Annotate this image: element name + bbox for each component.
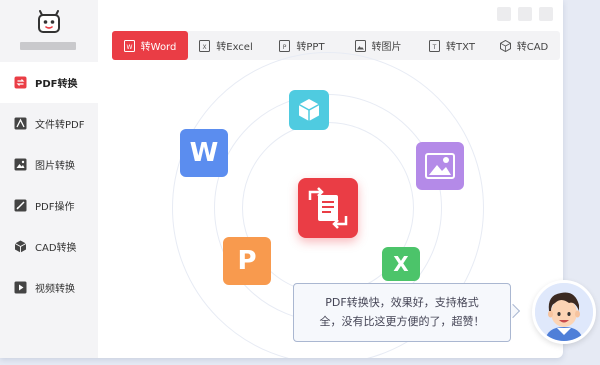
powerpoint-app-icon: P [223, 237, 271, 285]
sidebar-item-label: 图片转换 [35, 161, 75, 172]
tab-label: 转Excel [216, 42, 253, 53]
video-play-icon [14, 281, 27, 294]
minimize-button[interactable] [497, 7, 511, 21]
close-button[interactable] [539, 7, 553, 21]
excel-letter: X [393, 252, 409, 276]
excel-file-icon: X [199, 39, 211, 52]
tab-to-txt[interactable]: T 转TXT [416, 31, 488, 60]
pdf-edit-icon [14, 199, 27, 212]
window-controls [497, 7, 553, 21]
image-app-icon [416, 142, 464, 190]
sidebar-item-label: 视频转换 [35, 284, 75, 295]
txt-file-icon: T [429, 39, 441, 52]
tab-label: 转PPT [296, 42, 325, 53]
tab-label: 转CAD [516, 42, 549, 53]
tab-to-word[interactable]: W 转Word [112, 31, 188, 60]
testimonial-speech-bubble: PDF转换快，效果好，支持格式 全，没有比这更方便的了，超赞！ [293, 283, 511, 342]
sidebar-item-image-convert[interactable]: 图片转换 [0, 144, 98, 185]
avatar [532, 280, 596, 344]
svg-text:W: W [126, 44, 132, 51]
sidebar-item-cad-convert[interactable]: CAD转换 [0, 226, 98, 267]
sidebar-item-label: 文件转PDF [35, 120, 85, 131]
tab-to-cad[interactable]: 转CAD [488, 31, 560, 60]
image-file-icon [354, 39, 366, 52]
tab-label: 转图片 [371, 42, 402, 53]
word-app-icon: W [180, 129, 228, 177]
cube-app-icon [289, 90, 329, 130]
sidebar-item-label: PDF操作 [35, 202, 75, 213]
sidebar-item-label: PDF转换 [35, 79, 78, 90]
sidebar-nav: PDF转换 文件转PDF 图片转换 PDF操作 CAD转换 视频转换 [0, 62, 98, 308]
sidebar: PDF转换 文件转PDF 图片转换 PDF操作 CAD转换 视频转换 [0, 0, 98, 358]
tab-label: 转TXT [446, 42, 475, 53]
word-letter: W [189, 138, 219, 168]
pdf-convert-icon [14, 76, 27, 89]
image-convert-icon [14, 158, 27, 171]
powerpoint-letter: P [237, 246, 257, 276]
cad-cube-icon [14, 240, 27, 253]
sidebar-item-label: CAD转换 [35, 243, 77, 254]
ppt-file-icon: P [279, 39, 291, 52]
svg-text:T: T [432, 44, 437, 51]
tab-to-excel[interactable]: X 转Excel [188, 31, 264, 60]
sidebar-item-video-convert[interactable]: 视频转换 [0, 267, 98, 308]
bubble-line-2: 全，没有比这更方便的了，超赞！ [319, 315, 485, 328]
svg-text:X: X [203, 44, 207, 51]
word-file-icon: W [123, 39, 135, 52]
excel-app-icon: X [382, 247, 420, 281]
maximize-button[interactable] [518, 7, 532, 21]
app-logo-icon [38, 10, 60, 33]
app-name-placeholder [20, 42, 76, 50]
sidebar-item-file-to-pdf[interactable]: 文件转PDF [0, 103, 98, 144]
cad-cube-icon [499, 39, 511, 52]
tab-label: 转Word [140, 42, 177, 53]
bubble-line-1: PDF转换快，效果好，支持格式 [325, 296, 479, 309]
sidebar-item-pdf-convert[interactable]: PDF转换 [0, 62, 98, 103]
file-to-pdf-icon [14, 117, 27, 130]
svg-text:P: P [283, 44, 287, 51]
sidebar-item-pdf-edit[interactable]: PDF操作 [0, 185, 98, 226]
pdf-convert-center-icon [298, 178, 358, 238]
